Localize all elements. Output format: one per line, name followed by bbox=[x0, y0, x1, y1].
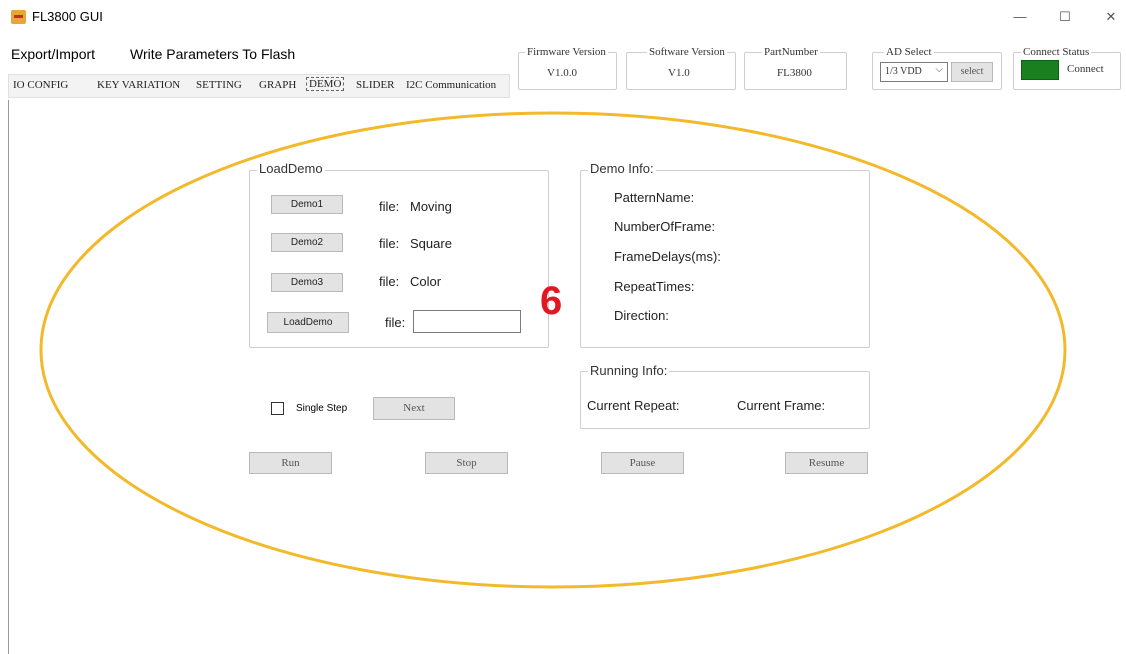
highlight-ellipse bbox=[39, 111, 1067, 589]
annotation-number: 6 bbox=[540, 279, 563, 323]
